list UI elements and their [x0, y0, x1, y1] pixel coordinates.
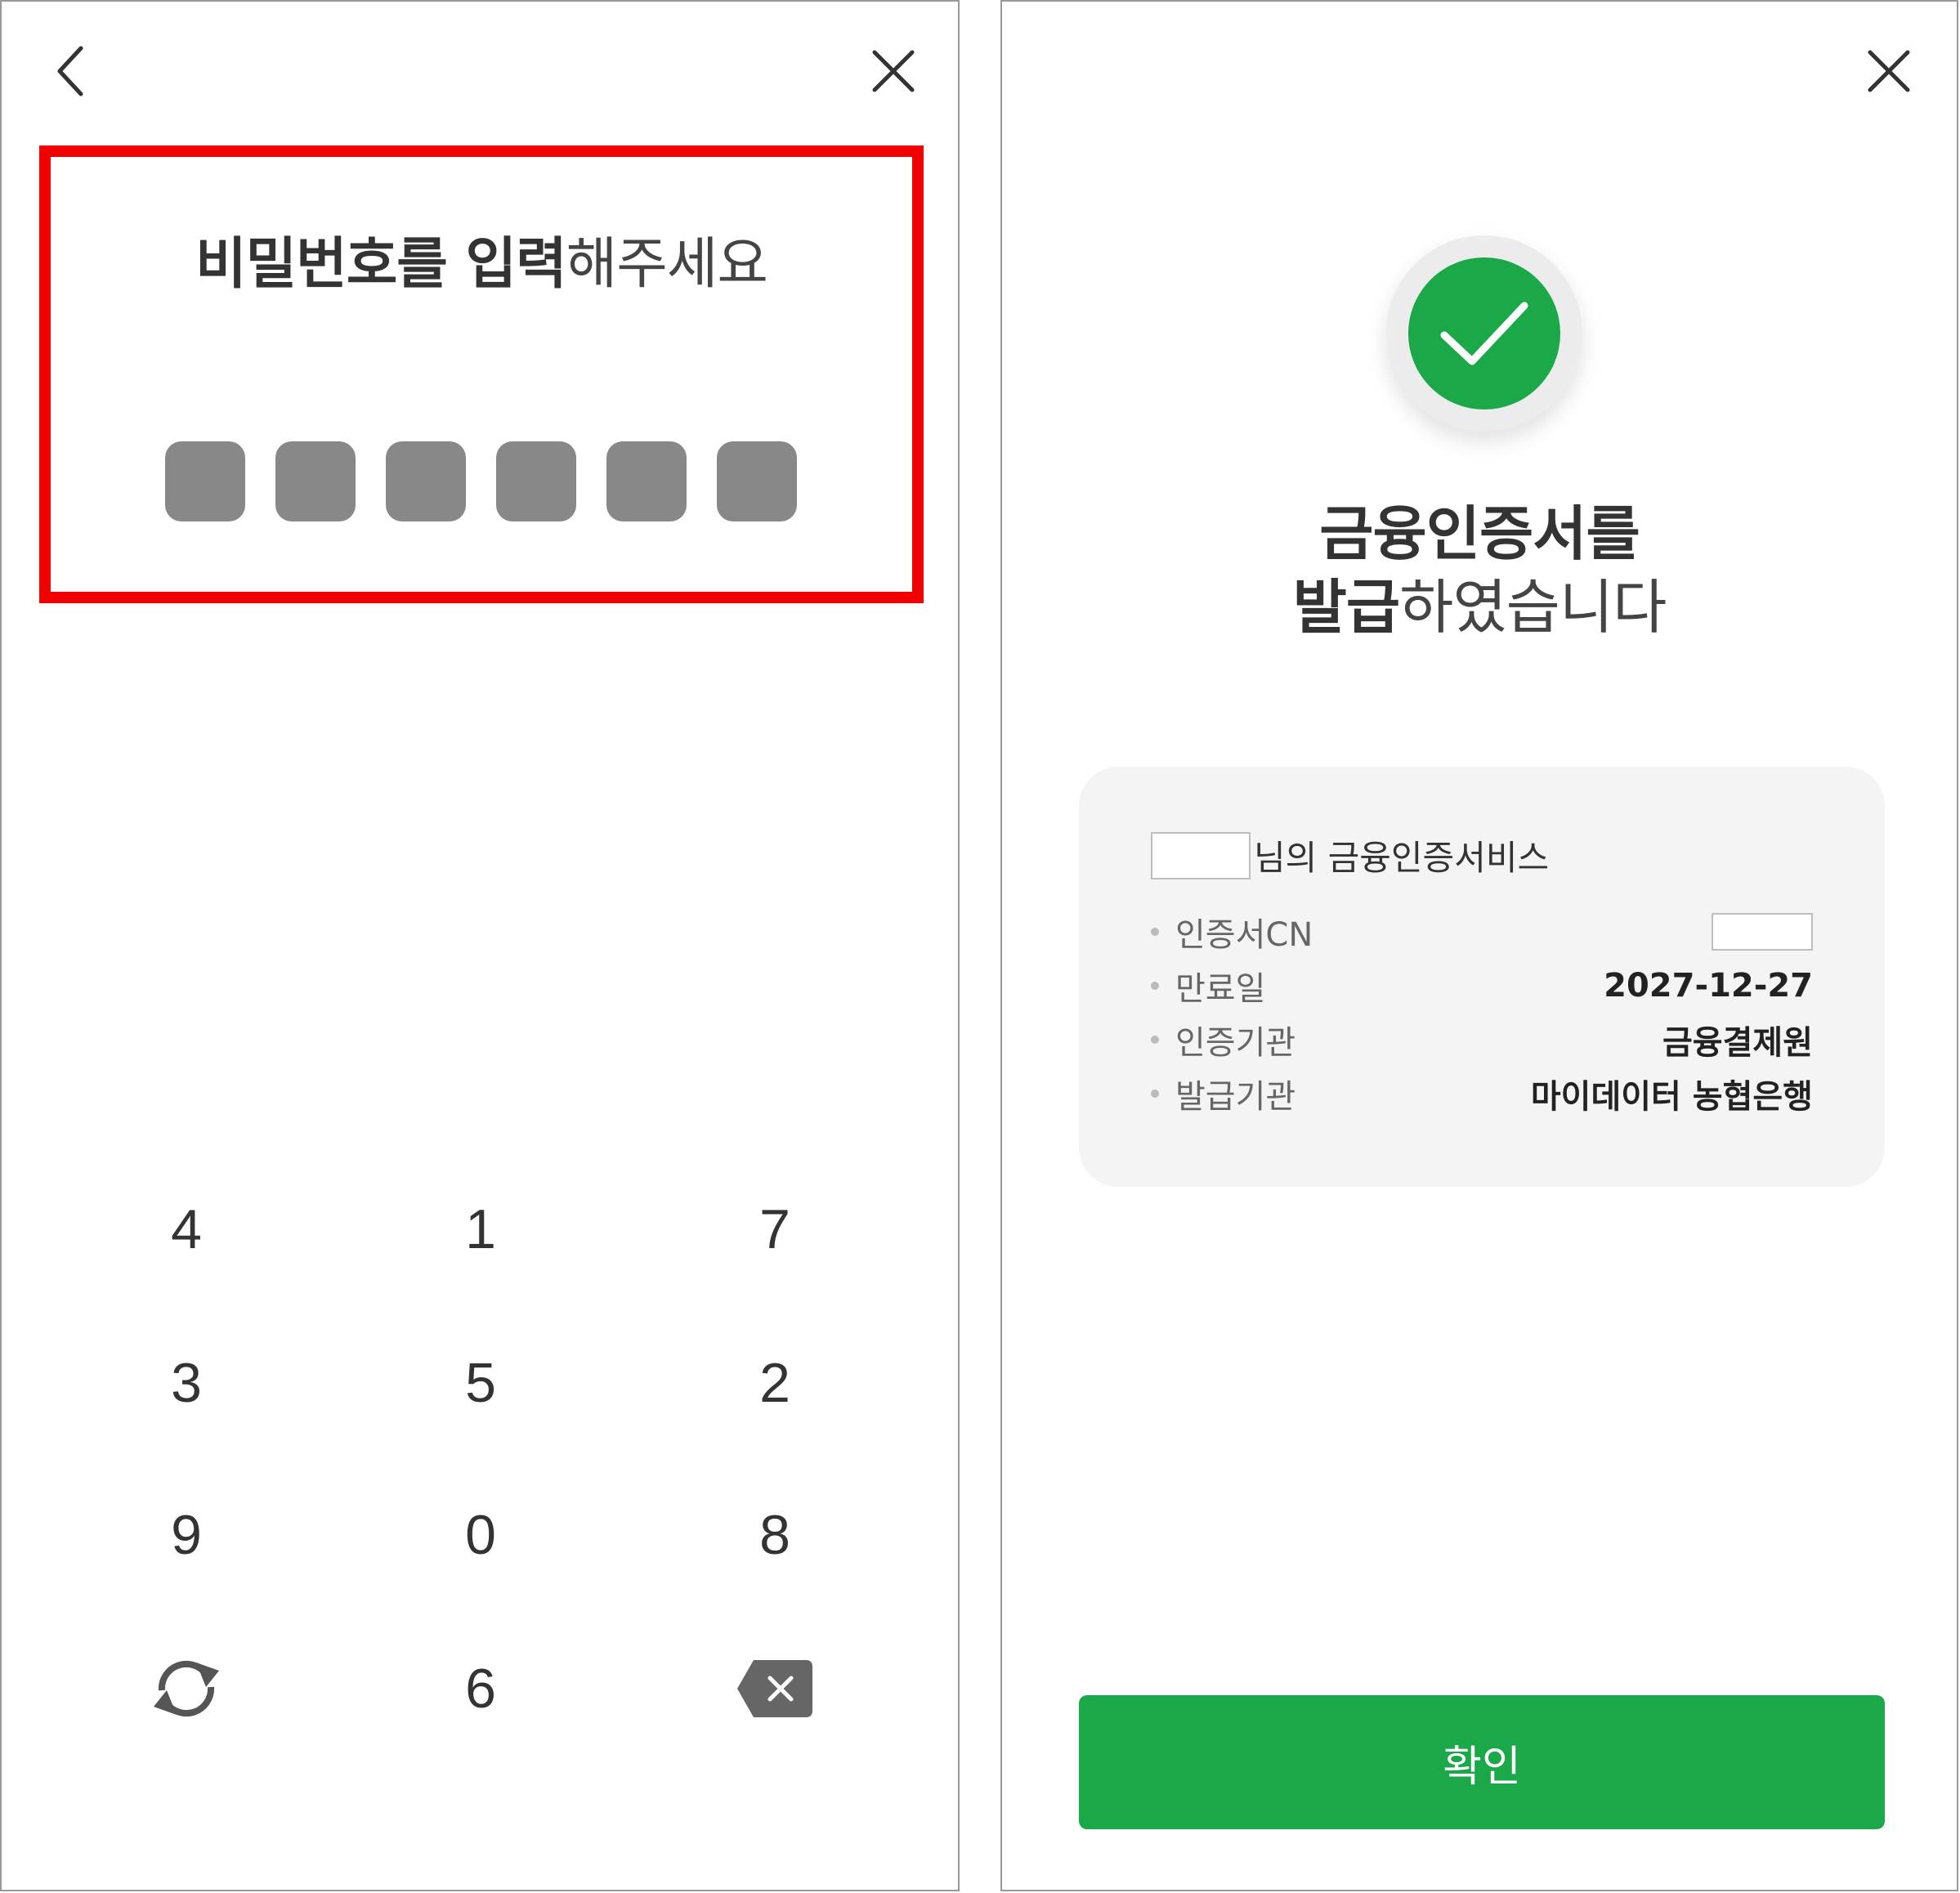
- close-icon: [872, 50, 915, 92]
- key[interactable]: 7: [693, 1172, 857, 1287]
- pin-indicator-row: [165, 441, 797, 521]
- service-suffix: 님의 금융인증서비스: [1254, 838, 1550, 878]
- success-badge: [1386, 235, 1582, 432]
- masked-cn-value: [1712, 913, 1813, 951]
- backspace-key[interactable]: [693, 1631, 857, 1746]
- pin-slot: [717, 441, 797, 521]
- close-button[interactable]: [1852, 34, 1926, 108]
- key[interactable]: 4: [105, 1172, 268, 1287]
- key[interactable]: 3: [105, 1326, 268, 1440]
- bullet-dot: [1151, 928, 1159, 936]
- key[interactable]: 1: [399, 1172, 562, 1287]
- pin-slot: [165, 441, 245, 521]
- pin-slot: [386, 441, 466, 521]
- check-icon: [1440, 302, 1528, 365]
- info-value: 금융결제원: [1662, 1024, 1813, 1062]
- info-row-cn: 인증서CN: [1151, 907, 1813, 956]
- info-label: 인증서CN: [1175, 916, 1313, 954]
- info-row-expiry: 만료일 2027-12-27: [1151, 961, 1813, 1010]
- key[interactable]: 9: [105, 1478, 268, 1592]
- key[interactable]: 0: [399, 1478, 562, 1592]
- confirm-button[interactable]: 확인: [1079, 1695, 1885, 1829]
- info-value: 2027-12-27: [1604, 967, 1813, 1005]
- key[interactable]: 6: [399, 1631, 562, 1746]
- password-input-area: 비밀번호를 입력해주세요: [39, 145, 924, 603]
- masked-user-name: [1151, 831, 1251, 879]
- password-title: 비밀번호를 입력해주세요: [51, 218, 912, 299]
- key[interactable]: 5: [399, 1326, 562, 1440]
- info-label: 만료일: [1175, 970, 1266, 1008]
- pin-slot: [275, 441, 356, 521]
- close-button[interactable]: [857, 34, 930, 108]
- success-circle: [1408, 257, 1560, 409]
- password-title-bold: 비밀번호를 입력: [195, 232, 567, 297]
- backspace-icon: [737, 1660, 812, 1717]
- close-icon: [1868, 50, 1910, 92]
- bullet-dot: [1151, 1036, 1159, 1044]
- info-value: 마이데이터 농협은행: [1530, 1078, 1813, 1116]
- chevron-left-icon: [57, 46, 83, 96]
- refresh-icon: [154, 1660, 219, 1717]
- info-row-authority: 인증기관 금융결제원: [1151, 1015, 1813, 1064]
- password-title-light: 해주세요: [566, 232, 768, 297]
- password-screen: 비밀번호를 입력해주세요 4 1 7 3 5 2 9 0 8 6: [0, 0, 960, 1891]
- refresh-key[interactable]: [105, 1631, 268, 1746]
- bullet-dot: [1151, 982, 1159, 990]
- info-row-issuer: 발급기관 마이데이터 농협은행: [1151, 1069, 1813, 1118]
- info-label: 인증기관: [1175, 1024, 1296, 1062]
- certificate-info-card: 님의 금융인증서비스 인증서CN 만료일 2027-12-27 인증기관 금융결…: [1079, 767, 1885, 1187]
- key[interactable]: 2: [693, 1326, 857, 1440]
- issued-title-light: 하였습니다: [1399, 573, 1667, 642]
- issued-title-bold: 발급: [1292, 573, 1400, 642]
- service-owner-line: 님의 금융인증서비스: [1151, 830, 1549, 880]
- back-button[interactable]: [34, 34, 108, 108]
- issued-title: 금융인증서를 발급하였습니다: [1002, 497, 1957, 644]
- issued-title-line1: 금융인증서를: [1319, 499, 1640, 568]
- pin-slot: [606, 441, 687, 521]
- bullet-dot: [1151, 1090, 1159, 1098]
- info-label: 발급기관: [1175, 1078, 1296, 1116]
- issued-screen: 금융인증서를 발급하였습니다 님의 금융인증서비스 인증서CN 만료일 2027…: [1000, 0, 1958, 1891]
- key[interactable]: 8: [693, 1478, 857, 1592]
- pin-slot: [496, 441, 576, 521]
